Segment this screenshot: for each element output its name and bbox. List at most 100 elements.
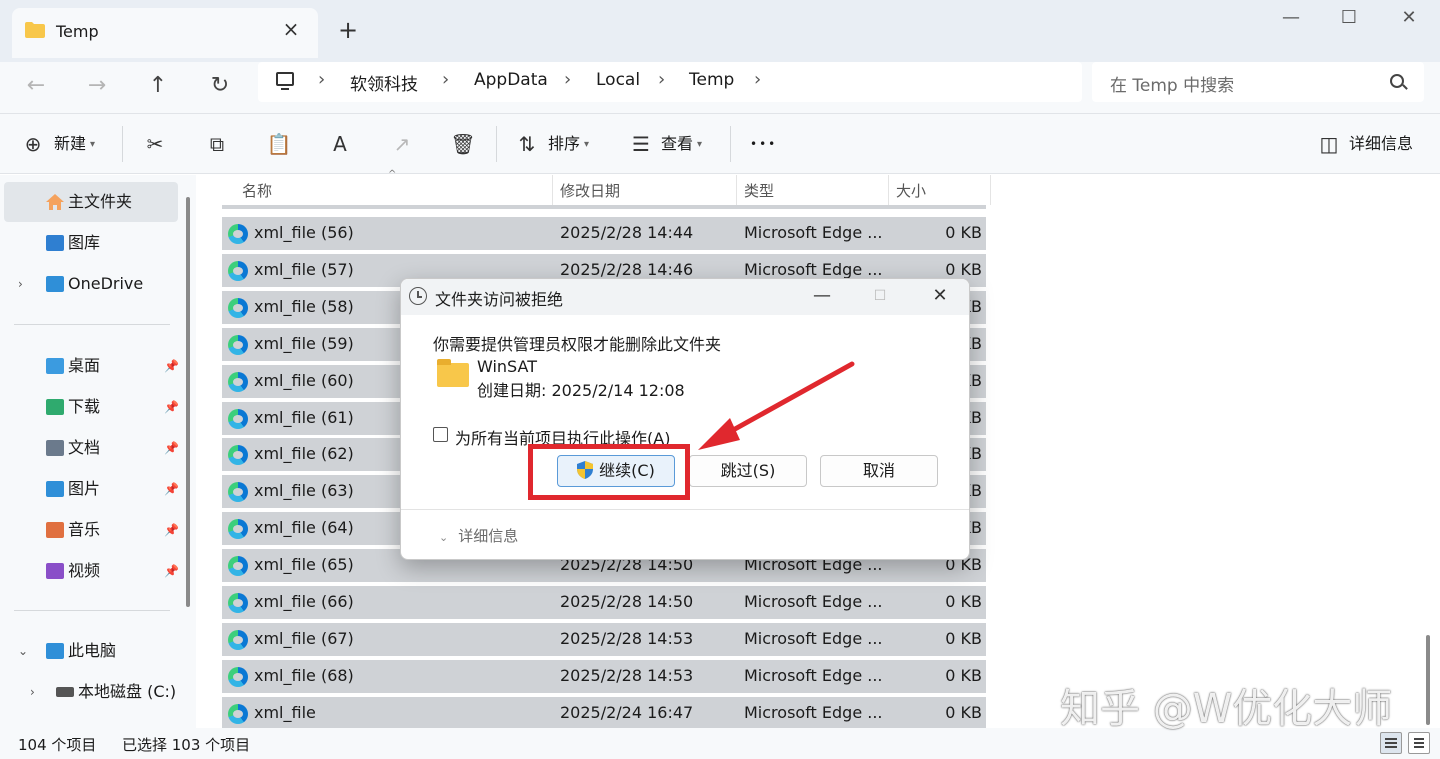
view-button[interactable]: 查看 ▾ bbox=[661, 130, 702, 158]
table-row[interactable]: xml_file (68) 2025/2/28 14:53 Microsoft Ed… bbox=[222, 659, 986, 693]
column-modified[interactable]: 修改日期 bbox=[560, 180, 620, 201]
forward-arrow-icon[interactable]: → bbox=[81, 70, 113, 102]
tab-close-icon[interactable]: × bbox=[280, 18, 302, 40]
file-name: xml_file (56) bbox=[254, 223, 354, 242]
videos-icon bbox=[46, 563, 64, 579]
sort-label: 排序 bbox=[548, 134, 581, 153]
share-icon[interactable]: ↗ bbox=[389, 130, 415, 158]
search-input[interactable]: 在 Temp 中搜索 bbox=[1092, 62, 1424, 102]
rename-icon[interactable]: A bbox=[327, 130, 353, 158]
back-arrow-icon[interactable]: ← bbox=[20, 70, 52, 102]
more-options-button[interactable]: ••• bbox=[750, 130, 777, 158]
chevron-down-icon[interactable]: ⌄ bbox=[18, 631, 28, 671]
pin-icon[interactable]: 📌 bbox=[164, 428, 179, 468]
access-denied-dialog: 文件夹访问被拒绝 — ☐ ✕ 你需要提供管理员权限才能删除此文件夹 WinSAT… bbox=[400, 278, 970, 560]
item-count: 104 个项目 bbox=[18, 736, 97, 754]
refresh-icon[interactable]: ↻ bbox=[204, 70, 236, 102]
file-name: xml_file (62) bbox=[254, 444, 354, 464]
maximize-button[interactable]: ☐ bbox=[1334, 6, 1364, 30]
table-row[interactable]: xml_file (66) 2025/2/28 14:50 Microsoft Ed… bbox=[222, 586, 986, 619]
file-size: 0 KB bbox=[945, 702, 982, 722]
breadcrumb-item[interactable]: AppData bbox=[474, 70, 548, 90]
apply-to-all-checkbox[interactable] bbox=[433, 427, 448, 442]
tiles-view-button[interactable] bbox=[1408, 732, 1430, 754]
breadcrumb-separator[interactable]: › bbox=[754, 69, 761, 90]
more-details-toggle[interactable]: ⌄ 详细信息 bbox=[439, 525, 518, 546]
sidebar-item-documents[interactable]: 文档 📌 bbox=[4, 428, 179, 468]
close-window-button[interactable]: ✕ bbox=[1394, 6, 1424, 30]
table-row[interactable]: xml_file (67) 2025/2/28 14:53 Microsoft Ed… bbox=[222, 622, 986, 656]
minimize-button[interactable]: — bbox=[1276, 6, 1306, 30]
file-type: Microsoft Edge ... bbox=[744, 259, 883, 279]
sidebar-item-label: 此电脑 bbox=[68, 641, 117, 660]
command-bar: ⊕ 新建 ▾ ✂ ⧉ 📋 A ↗ 🗑 ⇅ 排序 ▾ ☰ 查看 ▾ ••• ◫ 详细信息 bbox=[0, 114, 1440, 174]
sidebar-item-music[interactable]: 音乐 📌 bbox=[4, 510, 179, 550]
tiles-view-icon bbox=[1414, 738, 1424, 740]
sidebar-item-label: 音乐 bbox=[68, 520, 101, 539]
column-divider[interactable] bbox=[736, 175, 737, 205]
sidebar-scrollbar[interactable] bbox=[186, 197, 190, 607]
sidebar-item-label: 图库 bbox=[68, 233, 101, 252]
breadcrumb-item[interactable]: 软领科技 bbox=[350, 70, 418, 95]
toolbar-divider bbox=[122, 126, 123, 162]
chevron-right-icon[interactable]: › bbox=[30, 672, 35, 712]
details-view-button[interactable] bbox=[1380, 732, 1402, 754]
details-pane-button[interactable]: 详细信息 bbox=[1349, 130, 1413, 158]
file-name: xml_file (65) bbox=[254, 555, 354, 575]
copy-icon[interactable]: ⧉ bbox=[204, 130, 230, 158]
pin-icon[interactable]: 📌 bbox=[164, 387, 179, 427]
sidebar-item-local-disk[interactable]: › 本地磁盘 (C:) bbox=[4, 672, 178, 712]
file-size: 0 KB bbox=[945, 223, 982, 242]
breadcrumb-item[interactable]: Local bbox=[596, 70, 640, 90]
toolbar-divider bbox=[730, 126, 731, 162]
new-button[interactable]: 新建 ▾ bbox=[54, 130, 95, 158]
sidebar-item-pictures[interactable]: 图片 📌 bbox=[4, 469, 179, 509]
view-icon[interactable]: ☰ bbox=[628, 130, 654, 158]
sidebar-item-downloads[interactable]: 下载 📌 bbox=[4, 387, 179, 427]
file-list-scrollbar[interactable] bbox=[1426, 635, 1430, 725]
sidebar-item-desktop[interactable]: 桌面 📌 bbox=[4, 346, 179, 386]
up-arrow-icon[interactable]: ↑ bbox=[142, 70, 174, 102]
skip-button[interactable]: 跳过(S) bbox=[689, 455, 807, 487]
chevron-down-icon: ▾ bbox=[584, 138, 590, 150]
tab-temp[interactable]: Temp × bbox=[12, 8, 318, 58]
breadcrumb-separator: › bbox=[318, 69, 326, 90]
column-size[interactable]: 大小 bbox=[896, 180, 926, 201]
sort-button[interactable]: 排序 ▾ bbox=[548, 130, 589, 158]
chevron-right-icon[interactable]: › bbox=[18, 264, 23, 304]
details-pane-icon[interactable]: ◫ bbox=[1316, 130, 1342, 158]
dialog-minimize-button[interactable]: — bbox=[809, 283, 835, 309]
sidebar-item-home[interactable]: 主文件夹 bbox=[4, 182, 178, 222]
sidebar-item-onedrive[interactable]: › OneDrive bbox=[4, 264, 178, 304]
table-row-partial bbox=[222, 205, 986, 209]
address-bar[interactable]: › 软领科技 › AppData › Local › Temp › bbox=[258, 62, 1082, 102]
sidebar-item-videos[interactable]: 视频 📌 bbox=[4, 551, 179, 591]
edge-file-icon bbox=[228, 334, 248, 355]
new-plus-icon[interactable]: ⊕ bbox=[20, 130, 46, 158]
sidebar-item-gallery[interactable]: 图库 bbox=[4, 223, 178, 263]
file-modified: 2025/2/28 14:50 bbox=[560, 592, 694, 611]
column-type[interactable]: 类型 bbox=[744, 180, 774, 201]
edge-file-icon bbox=[228, 260, 248, 281]
column-divider[interactable] bbox=[888, 175, 889, 205]
breadcrumb-item[interactable]: Temp bbox=[689, 70, 734, 90]
dialog-close-button[interactable]: ✕ bbox=[927, 283, 953, 309]
table-row[interactable]: xml_file 2025/2/24 16:47 Microsoft Edge ..… bbox=[222, 696, 986, 730]
table-row[interactable]: xml_file (56) 2025/2/28 14:44 Microsoft Ed… bbox=[222, 217, 986, 250]
sort-icon[interactable]: ⇅ bbox=[514, 130, 540, 158]
column-name[interactable]: 名称 bbox=[242, 180, 272, 201]
cancel-button[interactable]: 取消 bbox=[820, 455, 938, 487]
new-tab-button[interactable]: + bbox=[336, 18, 360, 42]
pin-icon[interactable]: 📌 bbox=[164, 346, 179, 386]
pin-icon[interactable]: 📌 bbox=[164, 469, 179, 509]
paste-icon[interactable]: 📋 bbox=[266, 130, 292, 158]
pin-icon[interactable]: 📌 bbox=[164, 551, 179, 591]
column-divider[interactable] bbox=[552, 175, 553, 205]
cut-icon[interactable]: ✂ bbox=[142, 130, 168, 158]
download-icon bbox=[46, 399, 64, 415]
sidebar-item-this-pc[interactable]: ⌄ 此电脑 bbox=[4, 631, 178, 671]
delete-icon[interactable]: 🗑 bbox=[450, 130, 476, 158]
selection-count: 已选择 103 个项目 bbox=[122, 736, 251, 754]
view-label: 查看 bbox=[661, 134, 694, 153]
pin-icon[interactable]: 📌 bbox=[164, 510, 179, 550]
